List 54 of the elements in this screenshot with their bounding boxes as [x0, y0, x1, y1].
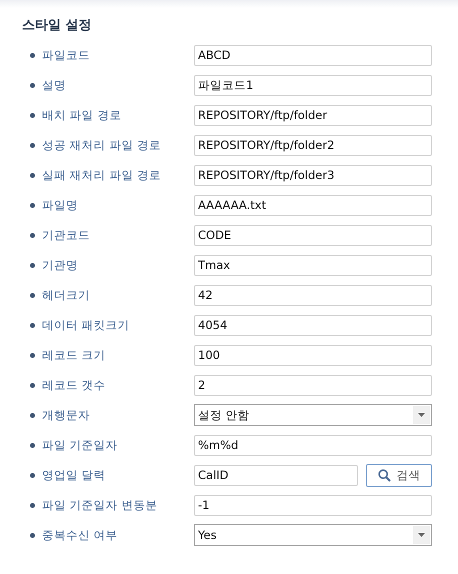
- input-field[interactable]: REPOSITORY/ftp/folder: [194, 104, 432, 126]
- search-icon: [378, 468, 390, 482]
- bullet-icon: [30, 532, 35, 538]
- bullet-icon: [30, 52, 35, 58]
- input-field[interactable]: AAAAAA.txt: [194, 194, 432, 216]
- bullet-icon: [30, 382, 35, 388]
- field-label: 기관코드: [42, 228, 91, 242]
- dropdown[interactable]: Yes: [194, 524, 432, 546]
- input-field[interactable]: 2: [194, 374, 432, 396]
- field-label: 파일코드: [42, 48, 91, 62]
- bullet-icon: [30, 202, 35, 208]
- bullet-icon: [30, 472, 35, 478]
- section-title: 스타일 설정: [22, 17, 93, 35]
- bullet-icon: [30, 412, 35, 418]
- field-label: 파일 기준일자: [42, 438, 119, 452]
- input-field[interactable]: CalID: [194, 464, 358, 486]
- bullet-icon: [30, 172, 35, 178]
- bullet-icon: [30, 502, 35, 508]
- field-label: 영업일 달력: [42, 468, 107, 482]
- input-field[interactable]: 4054: [194, 314, 432, 336]
- dropdown[interactable]: 설정 안함: [194, 404, 432, 426]
- bullet-icon: [30, 292, 35, 298]
- input-field[interactable]: CODE: [194, 224, 432, 246]
- bullet-icon: [30, 232, 35, 238]
- field-label: 성공 재처리 파일 경로: [42, 138, 162, 152]
- field-label: 데이터 패킷크기: [42, 318, 131, 332]
- input-field[interactable]: -1: [194, 494, 432, 516]
- field-label: 설명: [42, 78, 67, 92]
- bullet-icon: [30, 142, 35, 148]
- field-label: 배치 파일 경로: [42, 108, 122, 122]
- field-label: 개행문자: [42, 408, 91, 422]
- input-field[interactable]: 42: [194, 284, 432, 306]
- field-label: 레코드 갯수: [42, 378, 107, 392]
- field-label: 기관명: [42, 258, 79, 272]
- input-field[interactable]: ABCD: [194, 44, 432, 66]
- field-label: 중복수신 여부: [42, 528, 119, 542]
- field-label: 헤더크기: [42, 288, 91, 302]
- field-label: 실패 재처리 파일 경로: [42, 168, 162, 182]
- input-field[interactable]: REPOSITORY/ftp/folder2: [194, 134, 432, 156]
- input-field[interactable]: Tmax: [194, 254, 432, 276]
- input-field[interactable]: %m%d: [194, 434, 432, 456]
- field-label: 레코드 크기: [42, 348, 107, 362]
- bullet-icon: [30, 262, 35, 268]
- bullet-icon: [30, 322, 35, 328]
- field-label: 파일명: [42, 198, 79, 212]
- input-field[interactable]: 파일코드1: [194, 74, 432, 96]
- bullet-icon: [30, 112, 35, 118]
- input-field[interactable]: REPOSITORY/ftp/folder3: [194, 164, 432, 186]
- bullet-icon: [30, 442, 35, 448]
- field-label: 파일 기준일자 변동분: [42, 498, 158, 512]
- input-field[interactable]: 100: [194, 344, 432, 366]
- bullet-icon: [30, 82, 35, 88]
- bullet-icon: [30, 352, 35, 358]
- search-button[interactable]: 검색: [366, 464, 432, 486]
